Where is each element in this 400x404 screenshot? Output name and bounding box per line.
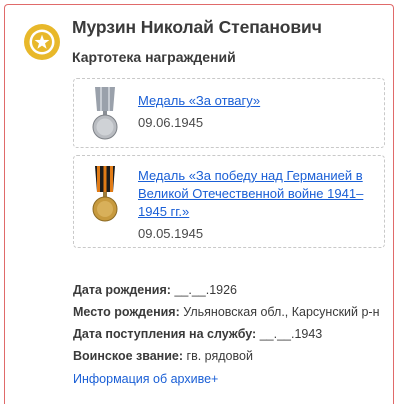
award-link[interactable]: Медаль «За победу над Германией в Велико… <box>138 167 364 221</box>
award-date: 09.05.1945 <box>138 226 204 241</box>
service-date-value: __.__.1943 <box>259 327 323 341</box>
birth-date-label: Дата рождения: <box>73 283 171 297</box>
archive-info-link[interactable]: Информация об архиве+ <box>73 372 218 386</box>
awards-section-title: Картотека награждений <box>72 49 236 65</box>
award-card: Мурзин Николай Степанович Картотека нагр… <box>4 4 394 404</box>
medal-victory-over-germany-icon <box>92 166 118 222</box>
birth-place-label: Место рождения: <box>73 305 180 319</box>
service-date-label: Дата поступления на службу: <box>73 327 257 341</box>
award-item: Медаль «За победу над Германией в Велико… <box>73 155 385 248</box>
birth-place-value: Ульяновская обл., Карсунский р-н <box>183 305 380 319</box>
birth-date-value: __.__.1926 <box>174 283 237 297</box>
medal-for-courage-icon <box>92 87 118 140</box>
award-date: 09.06.1945 <box>138 115 204 130</box>
award-item: Медаль «За отвагу» 09.06.1945 <box>73 78 385 148</box>
birth-date-row: Дата рождения: __.__.1926 <box>73 283 237 297</box>
service-date-row: Дата поступления на службу: __.__.1943 <box>73 327 322 341</box>
star-badge-icon <box>24 24 60 60</box>
rank-label: Воинское звание: <box>73 349 184 363</box>
rank-row: Воинское звание: гв. рядовой <box>73 349 253 363</box>
award-link[interactable]: Медаль «За отвагу» <box>138 92 260 110</box>
rank-value: гв. рядовой <box>186 349 253 363</box>
person-name: Мурзин Николай Степанович <box>72 17 322 37</box>
birth-place-row: Место рождения: Ульяновская обл., Карсун… <box>73 305 380 319</box>
